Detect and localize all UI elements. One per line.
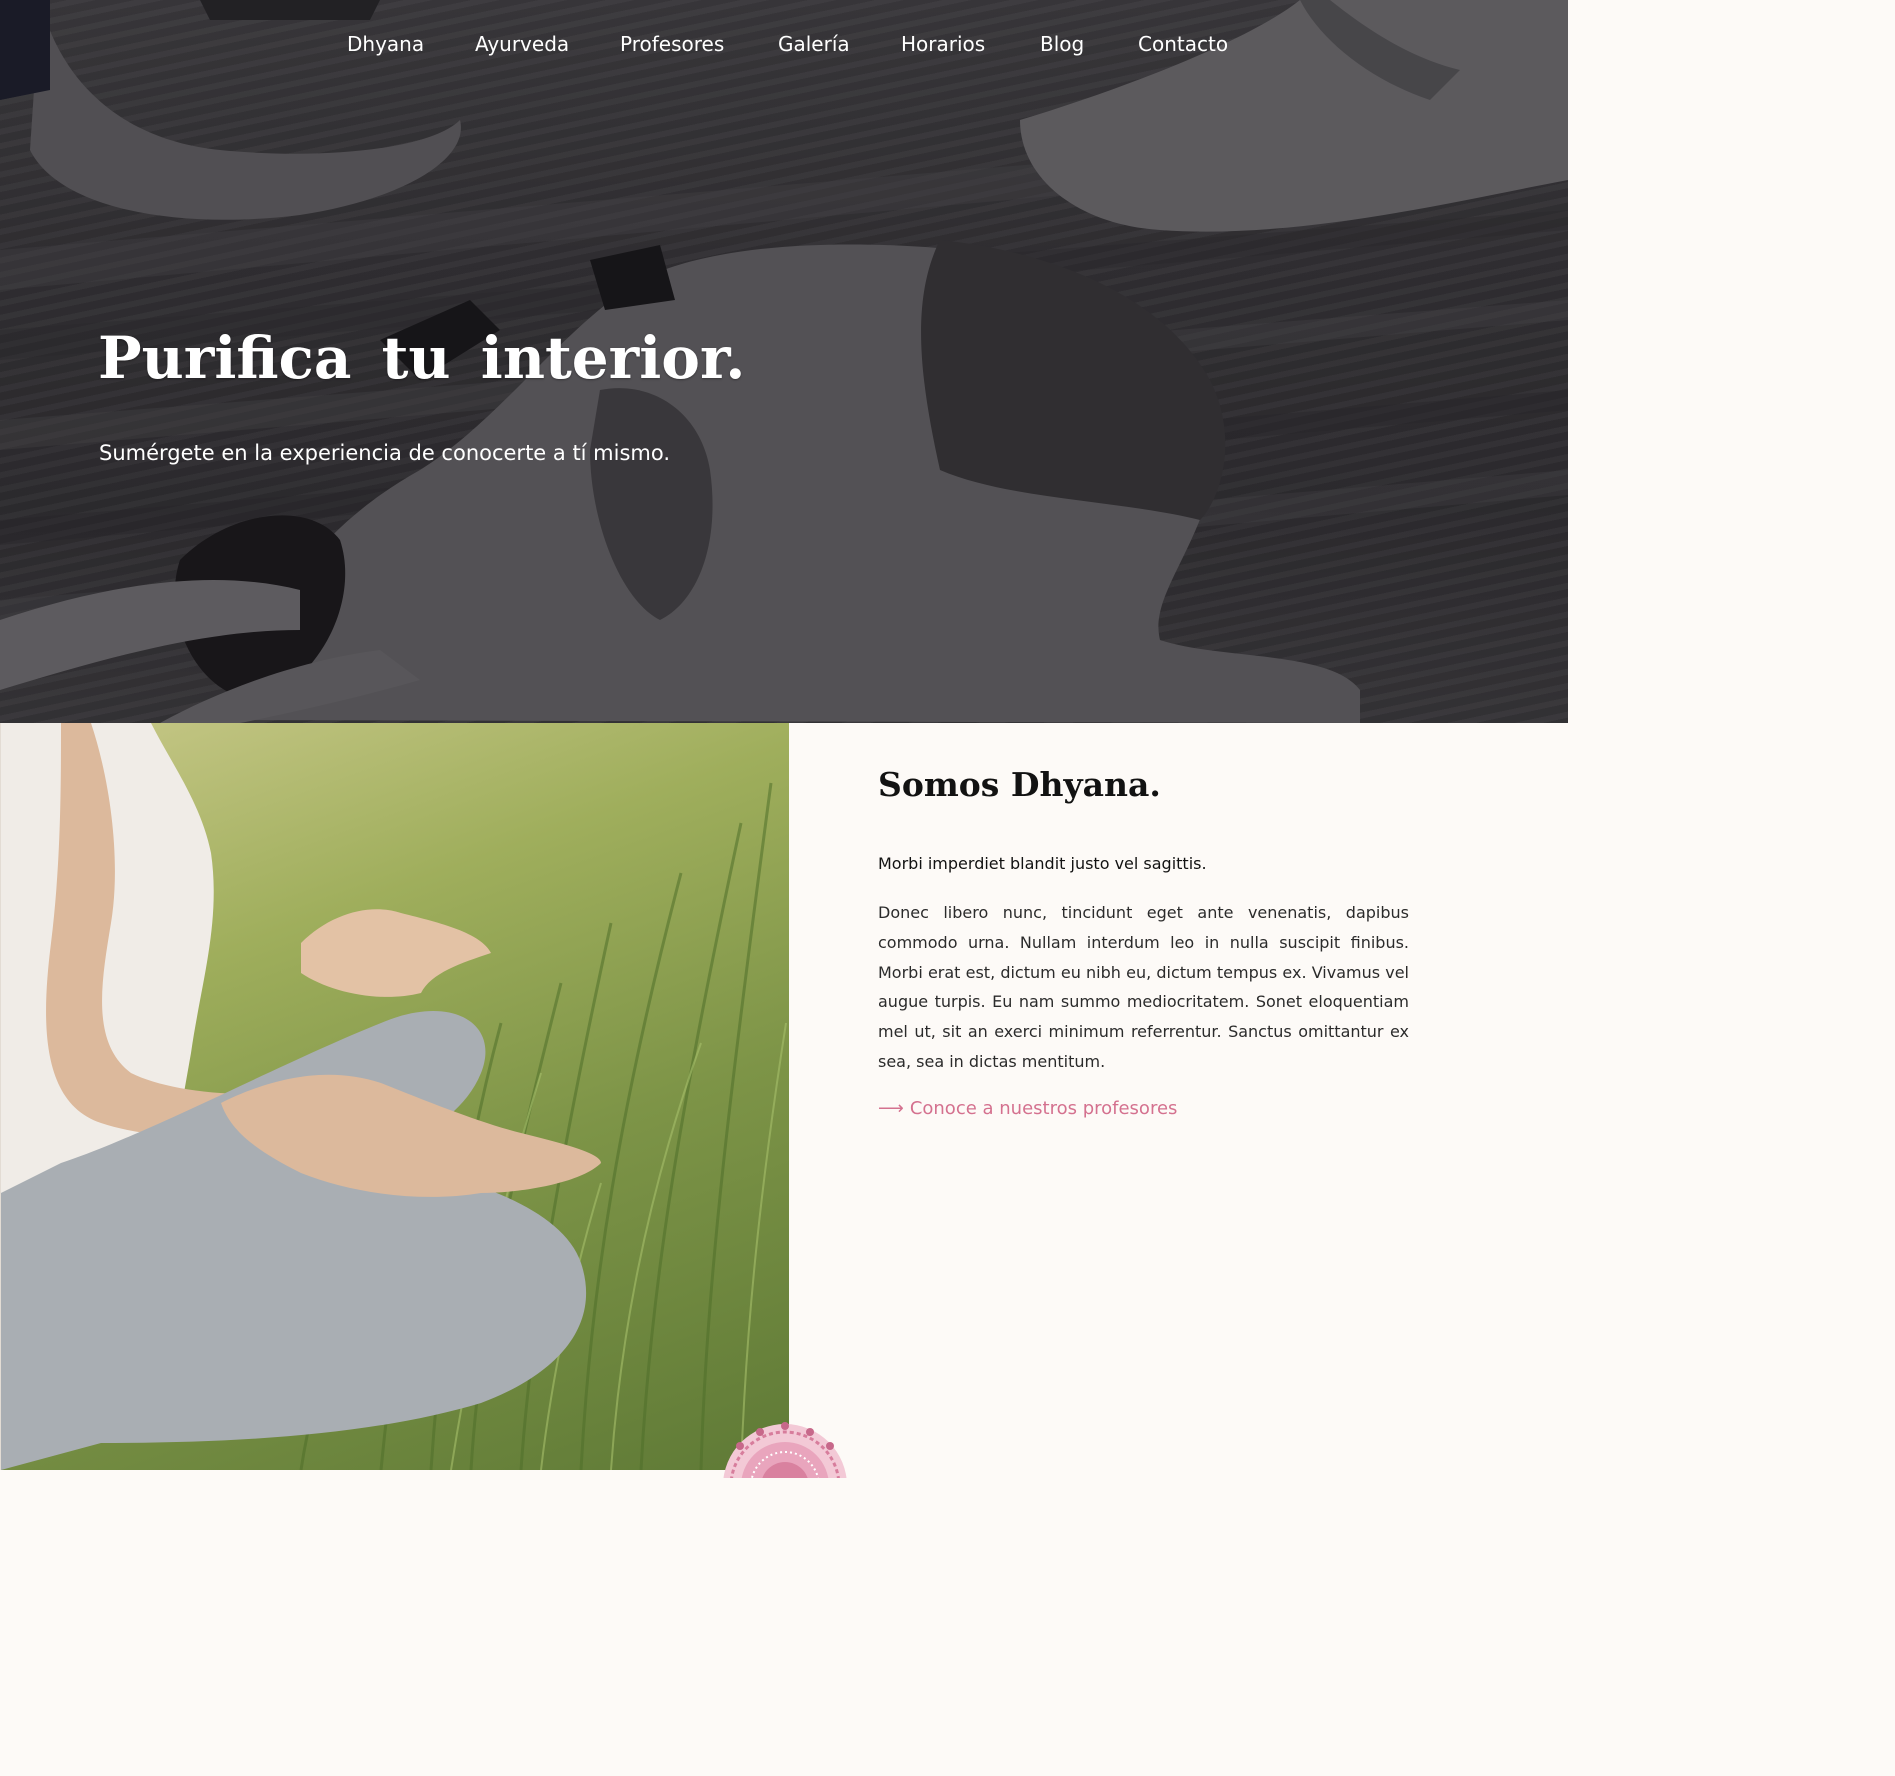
- mandala-ornament: [710, 1418, 860, 1478]
- about-title: Somos Dhyana.: [878, 765, 1161, 804]
- hero-subtitle: Sumérgete en la experiencia de conocerte…: [99, 441, 671, 465]
- nav-item-galeria[interactable]: Galería: [778, 28, 850, 60]
- teachers-link[interactable]: ⟶ Conoce a nuestros profesores: [878, 1095, 1177, 1123]
- about-section: Somos Dhyana. Morbi imperdiet blandit ju…: [789, 723, 1568, 1470]
- main-nav: Dhyana Ayurveda Profesores Galería Horar…: [0, 28, 1568, 60]
- arrow-right-icon: ⟶: [878, 1098, 904, 1119]
- about-image: [0, 723, 789, 1470]
- nav-item-horarios[interactable]: Horarios: [901, 28, 985, 60]
- nav-item-profesores[interactable]: Profesores: [620, 28, 724, 60]
- about-body: Donec libero nunc, tincidunt eget ante v…: [878, 903, 1409, 1071]
- hero-section: Dhyana Ayurveda Profesores Galería Horar…: [0, 0, 1568, 723]
- mandala-icon: [723, 1422, 847, 1478]
- nav-item-contacto[interactable]: Contacto: [1138, 28, 1228, 60]
- nav-item-blog[interactable]: Blog: [1040, 28, 1084, 60]
- about-lead: Morbi imperdiet blandit justo vel sagitt…: [878, 854, 1207, 873]
- nav-item-dhyana[interactable]: Dhyana: [347, 28, 424, 60]
- nav-item-ayurveda[interactable]: Ayurveda: [475, 28, 569, 60]
- teachers-link-label: Conoce a nuestros profesores: [909, 1098, 1178, 1119]
- hero-title: Purifica tu interior.: [98, 324, 746, 392]
- meditation-photo: [1, 723, 787, 1470]
